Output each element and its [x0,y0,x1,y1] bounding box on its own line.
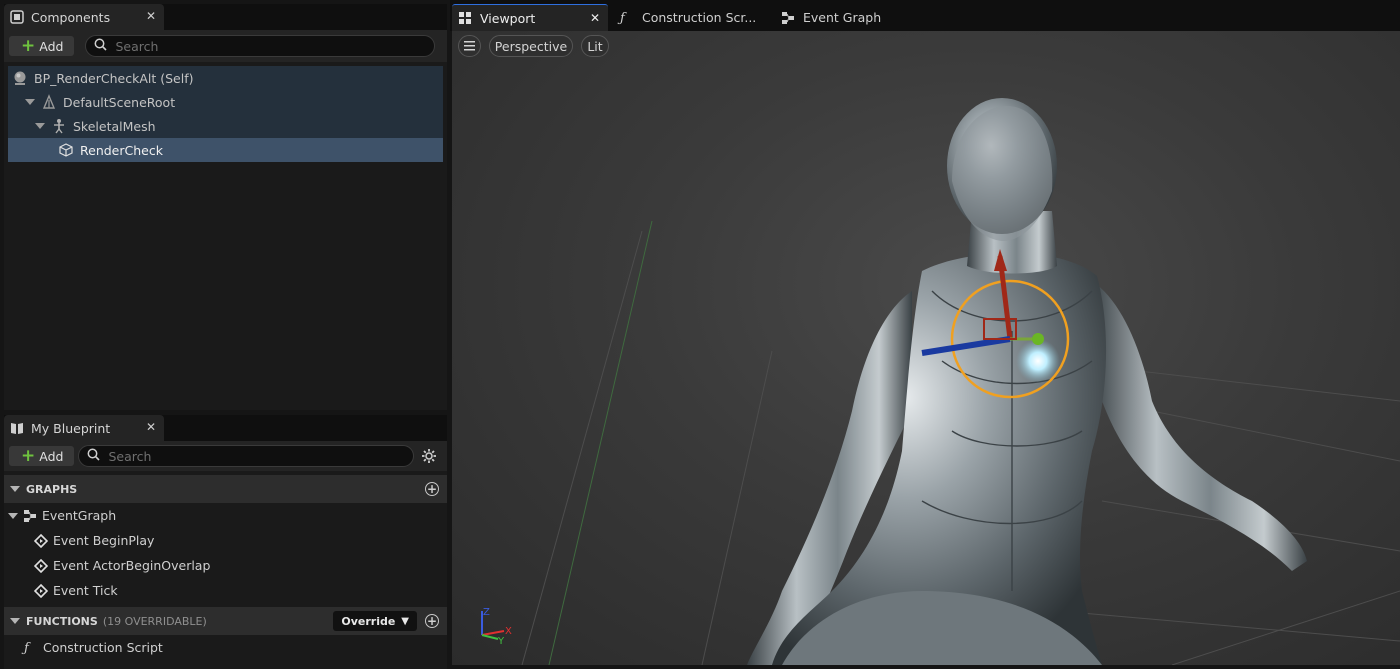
tree-item-label: RenderCheck [80,142,163,158]
close-icon[interactable]: ✕ [146,420,156,434]
perspective-label: Perspective [494,38,568,54]
tab-event-graph[interactable]: Event Graph [781,4,901,31]
event-item-actor-begin-overlap[interactable]: Event ActorBeginOverlap [4,553,447,578]
chevron-down-icon [10,486,20,492]
actor-sphere-icon [12,70,28,86]
function-icon: ƒ [24,640,29,656]
gear-icon[interactable] [421,448,437,464]
axis-indicator: Z X Y [481,607,512,647]
functions-overridable-count: (19 OVERRIDABLE) [102,614,207,628]
add-function-icon[interactable]: + [425,614,439,628]
tree-item-label: SkeletalMesh [73,118,156,134]
y-axis-ball[interactable] [1032,333,1044,345]
my-blueprint-toolbar: + Add [4,441,447,471]
event-diamond-icon [34,533,48,548]
tree-item-skeletal-mesh[interactable]: SkeletalMesh [8,114,443,138]
book-icon [10,421,24,435]
components-tab-label: Components [31,9,111,25]
editor-tab-bar: Viewport ✕ ƒ Construction Scr... Event G… [450,0,1400,31]
components-search [85,35,436,57]
event-label: Event ActorBeginOverlap [53,558,211,573]
tab-label: Viewport [480,10,536,26]
add-label: Add [39,38,64,54]
viewport-scene[interactable]: Z X Y [452,31,1400,665]
axis-x-label: X [505,626,512,637]
tree-item-render-check[interactable]: RenderCheck [8,138,443,162]
chevron-down-icon[interactable] [25,99,35,105]
add-blueprint-item-button[interactable]: + Add [9,445,75,466]
axis-y-label: Y [497,636,505,647]
chevron-down-icon[interactable] [35,123,45,129]
override-label: Override [341,614,396,628]
search-icon [87,448,101,464]
tab-label: Construction Scr... [642,10,757,25]
my-blueprint-search [78,445,415,467]
graph-nodes-icon [781,11,795,25]
construction-script-label: Construction Script [43,640,163,655]
scene-root-icon [41,94,57,110]
event-item-tick[interactable]: Event Tick [4,578,447,603]
override-dropdown[interactable]: Override ▼ [333,611,417,631]
tab-viewport[interactable]: Viewport ✕ [452,4,608,31]
hamburger-icon [464,39,475,54]
axis-z-label: Z [483,607,490,618]
my-blueprint-tab-strip: My Blueprint ✕ [4,415,447,441]
function-item-construction-script[interactable]: ƒ Construction Script [4,635,447,660]
my-blueprint-panel: My Blueprint ✕ + Add GRAPHS + [4,415,447,669]
character-mesh[interactable] [747,98,1307,665]
my-blueprint-tab-label: My Blueprint [31,420,111,436]
close-icon[interactable]: ✕ [590,11,600,25]
add-graph-icon[interactable]: + [425,482,439,496]
plus-icon: + [21,35,36,56]
event-label: Event Tick [53,583,118,598]
components-tree: BP_RenderCheckAlt (Self) DefaultSceneRoo… [8,66,443,162]
lit-label: Lit [587,38,603,54]
components-icon [10,10,24,24]
tree-item-self[interactable]: BP_RenderCheckAlt (Self) [8,66,443,90]
event-diamond-icon [34,558,48,573]
add-component-button[interactable]: + Add [9,35,75,56]
tab-construction-script[interactable]: ƒ Construction Scr... [620,4,770,31]
y-axis-grid-line [548,220,653,665]
close-icon[interactable]: ✕ [146,9,156,23]
event-item-begin-play[interactable]: Event BeginPlay [4,528,447,553]
components-tab-strip: Components ✕ [4,4,447,30]
components-panel: Components ✕ + Add BP_RenderCheckAlt ( [4,4,447,410]
graph-nodes-icon [23,509,37,523]
function-icon: ƒ [620,10,625,26]
my-blueprint-search-input[interactable] [106,447,387,465]
view-mode-lit-button[interactable]: Lit [581,35,609,57]
event-label: Event BeginPlay [53,533,155,548]
event-diamond-icon [34,583,48,598]
my-blueprint-tab[interactable]: My Blueprint ✕ [4,415,164,441]
functions-header-label: FUNCTIONS [26,614,98,628]
perspective-button[interactable]: Perspective [489,35,573,57]
search-icon [94,38,108,54]
tab-label: Event Graph [803,10,882,25]
chevron-down-icon: ▼ [401,615,409,627]
skeleton-icon [51,118,67,134]
event-graph-item[interactable]: EventGraph [4,503,447,528]
components-tab[interactable]: Components ✕ [4,4,164,30]
components-search-input[interactable] [113,37,394,55]
viewport[interactable]: Z X Y Perspective Lit [452,31,1400,665]
add-label: Add [39,448,64,464]
left-column: Components ✕ + Add BP_RenderCheckAlt ( [0,0,450,669]
chevron-down-icon[interactable] [8,512,18,519]
viewport-options-button[interactable] [458,35,481,57]
event-graph-label: EventGraph [42,508,117,523]
tree-item-label: BP_RenderCheckAlt (Self) [34,70,194,86]
plus-icon: + [21,445,36,466]
graphs-section-header[interactable]: GRAPHS + [4,475,447,503]
static-mesh-cube-icon [58,142,74,158]
viewport-grid-icon [458,11,472,25]
components-toolbar: + Add [4,30,447,62]
tree-item-label: DefaultSceneRoot [63,94,176,110]
graphs-header-label: GRAPHS [26,482,78,496]
tree-item-default-scene-root[interactable]: DefaultSceneRoot [8,90,443,114]
functions-section-header[interactable]: FUNCTIONS (19 OVERRIDABLE) Override ▼ + [4,607,447,635]
chevron-down-icon [10,618,20,624]
